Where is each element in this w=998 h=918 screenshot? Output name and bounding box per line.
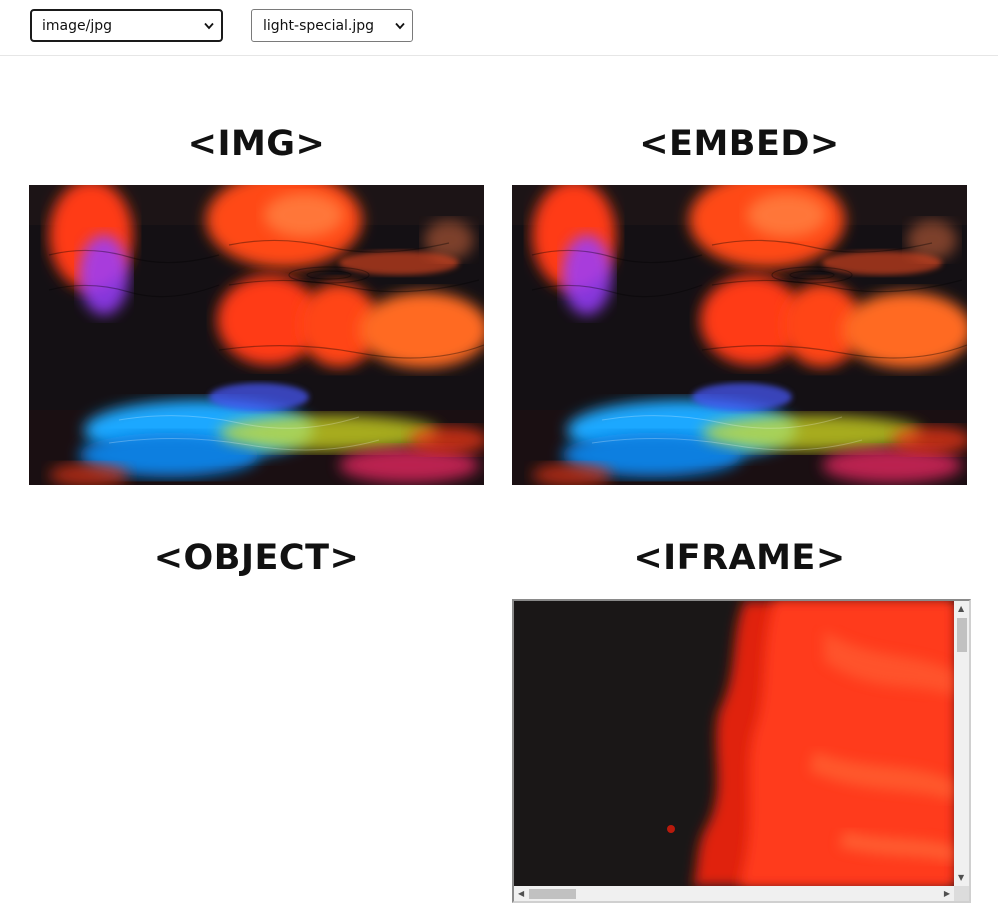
iframe-photo <box>514 601 954 886</box>
object-area <box>29 598 484 898</box>
iframe-vertical-scrollbar[interactable]: ▲ ▼ <box>954 601 969 886</box>
iframe-frame[interactable]: ▲ ▼ ◀ ▶ <box>512 599 971 903</box>
horizontal-scroll-thumb[interactable] <box>529 889 576 899</box>
iframe-horizontal-scrollbar[interactable]: ◀ ▶ <box>514 886 954 901</box>
scrollbar-corner <box>954 886 969 901</box>
chevron-down-icon <box>204 22 214 29</box>
img-photo <box>29 185 484 485</box>
object-heading: <OBJECT> <box>153 538 360 578</box>
embed-heading: <EMBED> <box>639 124 840 164</box>
chevron-down-icon <box>395 22 405 29</box>
arrow-right-icon[interactable]: ▶ <box>944 890 950 898</box>
file-select-value: light-special.jpg <box>263 17 375 34</box>
embed-photo <box>512 185 967 485</box>
mime-type-select-value: image/jpg <box>42 17 112 34</box>
iframe-heading: <IFRAME> <box>633 538 846 578</box>
arrow-down-icon[interactable]: ▼ <box>958 874 964 882</box>
img-heading: <IMG> <box>187 124 326 164</box>
mime-type-select[interactable]: image/jpg <box>30 9 223 42</box>
arrow-up-icon[interactable]: ▲ <box>958 605 964 613</box>
toolbar: image/jpg light-special.jpg <box>0 0 998 56</box>
arrow-left-icon[interactable]: ◀ <box>518 890 524 898</box>
vertical-scroll-thumb[interactable] <box>957 618 967 652</box>
file-select[interactable]: light-special.jpg <box>251 9 413 42</box>
